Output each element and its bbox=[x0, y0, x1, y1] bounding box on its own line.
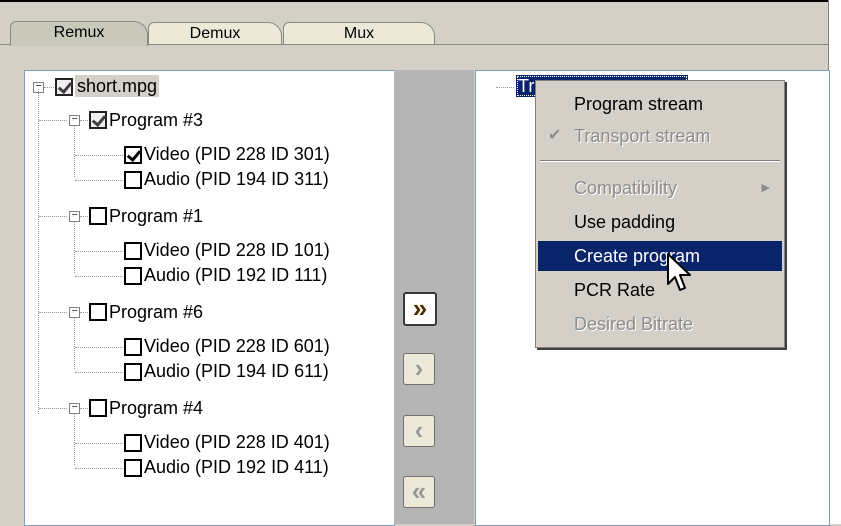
tree-connector bbox=[80, 120, 88, 121]
tree-node-stream[interactable]: Video (PID 228 ID 301) bbox=[25, 143, 390, 167]
tree-connector bbox=[75, 155, 123, 156]
tree-connector bbox=[75, 468, 123, 469]
tree-node-stream[interactable]: Video (PID 228 ID 601) bbox=[25, 335, 390, 359]
checkbox-program[interactable] bbox=[89, 399, 107, 417]
tree-label-stream: Video (PID 228 ID 301) bbox=[144, 144, 330, 164]
tab-mux[interactable]: Mux bbox=[283, 22, 435, 45]
checkbox-stream[interactable] bbox=[124, 242, 142, 260]
move-left-button[interactable]: ‹ bbox=[403, 415, 435, 447]
window-top-border bbox=[0, 0, 841, 2]
menu-item-label: Program stream bbox=[574, 94, 704, 114]
menu-item-label: PCR Rate bbox=[574, 280, 656, 300]
mouse-pointer-icon bbox=[667, 253, 691, 291]
tree-connector bbox=[75, 276, 123, 277]
tree-node-root[interactable]: − short.mpg bbox=[25, 75, 385, 99]
menu-item-use-padding[interactable]: Use padding bbox=[538, 207, 782, 237]
tree-label-program: Program #1 bbox=[109, 206, 204, 226]
move-right-button[interactable]: › bbox=[403, 353, 435, 385]
tree-node-stream[interactable]: Audio (PID 192 ID 411) bbox=[25, 456, 390, 480]
move-all-left-button[interactable]: « bbox=[403, 476, 435, 508]
checkbox-root[interactable] bbox=[55, 78, 73, 96]
tree-connector bbox=[80, 312, 88, 313]
tree-connector bbox=[80, 408, 88, 409]
chevron-right-icon: ▶ bbox=[761, 182, 770, 194]
tree-label-stream: Video (PID 228 ID 601) bbox=[144, 336, 330, 356]
tree-label-stream: Video (PID 228 ID 401) bbox=[144, 432, 330, 452]
tree-connector bbox=[44, 87, 54, 88]
menu-item-label: Transport stream bbox=[574, 126, 711, 146]
checkbox-stream[interactable] bbox=[124, 267, 142, 285]
tree-connector bbox=[80, 216, 88, 217]
checkbox-stream[interactable] bbox=[124, 171, 142, 189]
menu-separator bbox=[540, 160, 780, 162]
tree-label-program: Program #6 bbox=[109, 302, 204, 322]
tree-label-root: short.mpg bbox=[75, 75, 160, 97]
checkbox-program[interactable] bbox=[89, 111, 107, 129]
source-tree-panel[interactable]: − short.mpg − Program #3 Video (PID 228 … bbox=[24, 70, 395, 526]
transfer-button-column: » › ‹ « bbox=[394, 70, 474, 524]
tab-remux[interactable]: Remux bbox=[10, 21, 148, 46]
tree-node-stream[interactable]: Video (PID 228 ID 101) bbox=[25, 239, 390, 263]
check-icon: ✔ bbox=[548, 127, 562, 144]
checkbox-program[interactable] bbox=[89, 207, 107, 225]
checkbox-stream[interactable] bbox=[124, 459, 142, 477]
tree-connector bbox=[496, 87, 514, 88]
tree-connector bbox=[39, 408, 67, 409]
tree-label-stream: Audio (PID 194 ID 611) bbox=[144, 361, 329, 381]
tree-node-program[interactable]: − Program #1 bbox=[25, 205, 385, 229]
menu-item-label: Desired Bitrate bbox=[574, 314, 694, 334]
tree-node-stream[interactable]: Video (PID 228 ID 401) bbox=[25, 431, 390, 455]
tree-connector bbox=[39, 120, 67, 121]
tree-connector bbox=[75, 443, 123, 444]
menu-item-label: Use padding bbox=[574, 212, 676, 232]
menu-item-transport-stream: ✔ Transport stream bbox=[538, 121, 782, 151]
checkbox-stream[interactable] bbox=[124, 146, 142, 164]
menu-item-create-program[interactable]: Create program bbox=[538, 241, 782, 271]
tree-label-program: Program #4 bbox=[109, 398, 204, 418]
tree-connector bbox=[75, 372, 123, 373]
tree-label-stream: Audio (PID 194 ID 311) bbox=[144, 169, 329, 189]
move-all-right-button[interactable]: » bbox=[403, 292, 437, 326]
tree-label-stream: Audio (PID 192 ID 411) bbox=[144, 457, 329, 477]
tree-label-program: Program #3 bbox=[109, 110, 204, 130]
menu-item-program-stream[interactable]: Program stream bbox=[538, 89, 782, 119]
menu-item-compatibility: Compatibility ▶ bbox=[538, 173, 782, 203]
menu-item-pcr-rate[interactable]: PCR Rate bbox=[538, 275, 782, 305]
tab-demux[interactable]: Demux bbox=[148, 22, 282, 45]
tree-node-program[interactable]: − Program #3 bbox=[25, 109, 385, 133]
checkbox-stream[interactable] bbox=[124, 434, 142, 452]
context-menu: Program stream ✔ Transport stream Compat… bbox=[535, 80, 785, 348]
tree-node-program[interactable]: − Program #4 bbox=[25, 397, 385, 421]
menu-item-desired-bitrate: Desired Bitrate bbox=[538, 309, 782, 339]
tree-connector bbox=[75, 251, 123, 252]
tree-node-stream[interactable]: Audio (PID 194 ID 311) bbox=[25, 168, 390, 192]
checkbox-program[interactable] bbox=[89, 303, 107, 321]
tree-connector bbox=[75, 347, 123, 348]
tree-node-program[interactable]: − Program #6 bbox=[25, 301, 385, 325]
tree-label-stream: Audio (PID 192 ID 111) bbox=[144, 265, 328, 285]
tree-node-stream[interactable]: Audio (PID 194 ID 611) bbox=[25, 360, 390, 384]
checkbox-stream[interactable] bbox=[124, 338, 142, 356]
tree-connector bbox=[75, 180, 123, 181]
tree-node-stream[interactable]: Audio (PID 192 ID 111) bbox=[25, 264, 390, 288]
menu-item-label: Compatibility bbox=[574, 178, 678, 198]
checkbox-stream[interactable] bbox=[124, 363, 142, 381]
tree-connector bbox=[39, 216, 67, 217]
tree-connector bbox=[39, 312, 67, 313]
tree-label-stream: Video (PID 228 ID 101) bbox=[144, 240, 330, 260]
